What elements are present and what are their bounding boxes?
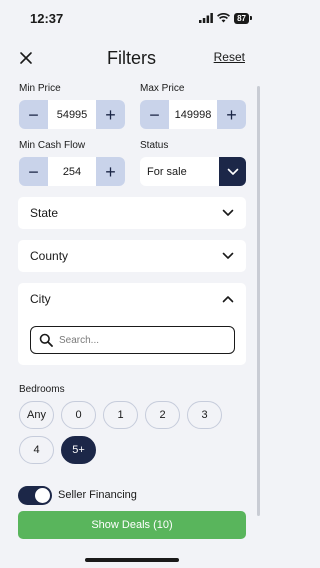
min-cash-flow-value[interactable]: 254 [48, 157, 96, 186]
bedrooms-option-5-plus[interactable]: 5+ [61, 436, 96, 464]
min-price-decrement-button[interactable]: − [19, 100, 48, 129]
scrollbar[interactable] [257, 86, 260, 516]
status-label: Status [140, 140, 169, 151]
bedrooms-option-4[interactable]: 4 [19, 436, 54, 464]
min-price-stepper: − 54995 + [19, 100, 125, 129]
header: Filters Reset [0, 44, 263, 72]
battery-icon: 87 [234, 12, 252, 24]
min-price-value[interactable]: 54995 [48, 100, 96, 129]
show-deals-button[interactable]: Show Deals (10) [18, 511, 246, 539]
chevron-down-icon [222, 209, 234, 216]
reset-button[interactable]: Reset [214, 50, 245, 64]
status-icons: 87 [199, 12, 252, 24]
city-search-input[interactable] [59, 334, 219, 346]
max-price-decrement-button[interactable]: − [140, 100, 169, 129]
min-cash-flow-stepper: − 254 + [19, 157, 125, 186]
status-bar: 12:37 87 [0, 0, 263, 36]
bedrooms-option-any[interactable]: Any [19, 401, 54, 429]
toggle-knob [35, 488, 50, 503]
max-price-label: Max Price [140, 83, 185, 94]
chevron-up-icon [222, 296, 234, 303]
max-price-increment-button[interactable]: + [217, 100, 246, 129]
seller-financing-label: Seller Financing [58, 489, 137, 501]
signal-icon [199, 13, 213, 23]
status-time: 12:37 [30, 10, 64, 26]
bedrooms-option-3[interactable]: 3 [187, 401, 222, 429]
min-cash-flow-label: Min Cash Flow [19, 140, 86, 151]
bedrooms-option-1[interactable]: 1 [103, 401, 138, 429]
city-label: City [30, 292, 51, 306]
home-indicator [85, 558, 179, 562]
county-label: County [30, 249, 69, 263]
min-cash-flow-decrement-button[interactable]: − [19, 157, 48, 186]
state-dropdown[interactable]: State [18, 197, 246, 229]
chevron-down-icon [227, 168, 238, 175]
min-price-increment-button[interactable]: + [96, 100, 125, 129]
seller-financing-toggle[interactable] [18, 486, 52, 505]
chevron-down-icon [222, 252, 234, 259]
city-search-box [30, 326, 235, 354]
wifi-icon [217, 13, 231, 23]
status-select[interactable]: For sale [140, 157, 246, 186]
county-dropdown[interactable]: County [18, 240, 246, 272]
bedrooms-option-2[interactable]: 2 [145, 401, 180, 429]
min-price-label: Min Price [19, 83, 61, 94]
bedrooms-option-0[interactable]: 0 [61, 401, 96, 429]
max-price-stepper: − 149998 + [140, 100, 246, 129]
page-title: Filters [107, 47, 156, 68]
search-icon [39, 333, 53, 347]
min-cash-flow-increment-button[interactable]: + [96, 157, 125, 186]
city-dropdown[interactable]: City [18, 283, 246, 315]
status-dropdown-button[interactable] [219, 157, 246, 186]
state-label: State [30, 206, 59, 220]
city-panel: City [18, 283, 246, 365]
close-icon[interactable] [18, 50, 34, 66]
max-price-value[interactable]: 149998 [169, 100, 217, 129]
bedrooms-label: Bedrooms [19, 384, 65, 395]
status-value: For sale [147, 165, 187, 178]
